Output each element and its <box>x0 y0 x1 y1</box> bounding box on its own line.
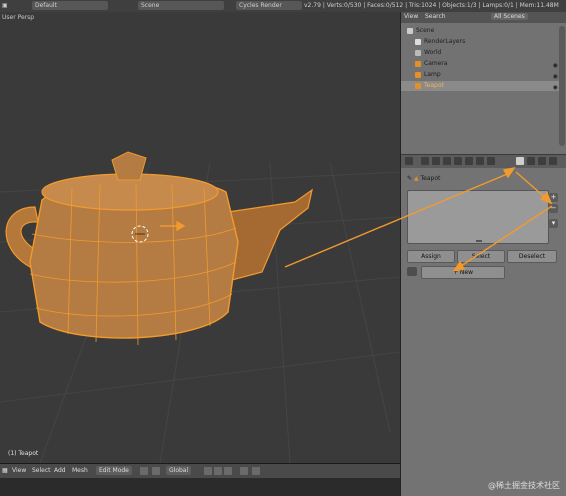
scene-field[interactable]: Scene <box>138 1 224 10</box>
orientation-select[interactable]: Global <box>166 466 192 475</box>
info-icon[interactable]: ▣ <box>2 1 8 10</box>
proportional-edit-icon[interactable] <box>240 467 248 475</box>
properties-tabs <box>401 155 566 168</box>
outliner-item-label: Camera <box>424 60 448 67</box>
constraints-tab-icon[interactable] <box>465 157 473 165</box>
material-new-row: + New <box>407 266 557 279</box>
material-assign-row: Assign Select Deselect <box>407 250 557 263</box>
mesh-object-icon: ▲ <box>413 175 419 182</box>
edge-select-icon[interactable] <box>214 467 222 475</box>
mesh-object-icon <box>415 82 421 89</box>
pin-icon[interactable]: ✎ <box>407 175 412 182</box>
renderlayers-icon <box>415 38 421 45</box>
face-select-icon[interactable] <box>224 467 232 475</box>
modifiers-tab-icon[interactable] <box>476 157 484 165</box>
texture-tab-icon[interactable] <box>527 157 535 165</box>
assign-button[interactable]: Assign <box>407 250 455 263</box>
scene-tab-icon[interactable] <box>432 157 440 165</box>
pivot-icon[interactable] <box>152 467 160 475</box>
outliner[interactable]: View Search All Scenes Scene RenderLayer… <box>401 12 566 154</box>
new-material-label: New <box>459 269 474 276</box>
select-menu[interactable]: Select <box>32 466 51 475</box>
viewport-view-label: User Persp <box>2 14 35 21</box>
scene-icon <box>407 27 413 34</box>
add-material-slot-button[interactable]: + <box>549 193 558 202</box>
watermark: @稀土掘金技术社区 <box>488 481 560 490</box>
remove-material-slot-button[interactable]: − <box>549 204 558 213</box>
outliner-item-label: Scene <box>416 27 435 34</box>
breadcrumb: ✎ ▲ Teapot <box>407 175 440 182</box>
world-icon <box>415 49 421 56</box>
data-tab-icon[interactable] <box>487 157 495 165</box>
outliner-item-label: Lamp <box>424 71 441 78</box>
world-tab-icon[interactable] <box>443 157 451 165</box>
outliner-row-scene[interactable]: Scene <box>401 26 557 36</box>
scene-stats: v2.79 | Verts:0/530 | Faces:0/512 | Tris… <box>304 2 559 9</box>
outliner-item-label: Teapot <box>424 82 444 89</box>
lamp-icon <box>415 71 421 78</box>
snap-icon[interactable] <box>252 467 260 475</box>
editor-type-icon[interactable]: ▦ <box>2 466 8 475</box>
mode-select[interactable]: Edit Mode <box>96 466 132 475</box>
right-panel: View Search All Scenes Scene RenderLayer… <box>400 12 566 496</box>
viewport-canvas[interactable] <box>0 12 400 463</box>
list-resize-handle[interactable] <box>476 240 482 242</box>
physics-tab-icon[interactable] <box>549 157 557 165</box>
outliner-display-mode-select[interactable]: All Scenes <box>491 13 528 20</box>
deselect-button[interactable]: Deselect <box>507 250 557 263</box>
teapot-mesh[interactable] <box>5 151 313 346</box>
outliner-row-camera[interactable]: Camera ◉ ◎ <box>401 59 565 69</box>
render-layers-tab-icon[interactable] <box>421 157 429 165</box>
add-menu[interactable]: Add <box>54 466 66 475</box>
render-tab-icon[interactable] <box>405 157 413 165</box>
active-object-label: (1) Teapot <box>8 450 39 457</box>
properties-editor[interactable]: ✎ ▲ Teapot + − ▾ Assign Select Deselect … <box>401 154 566 496</box>
outliner-header: View Search All Scenes <box>401 12 566 23</box>
material-slot-list[interactable] <box>407 190 549 244</box>
material-tab-icon[interactable] <box>516 157 524 165</box>
view-menu[interactable]: View <box>12 466 26 475</box>
outliner-row-renderlayers[interactable]: RenderLayers <box>401 37 565 47</box>
outliner-row-teapot[interactable]: Teapot ◉ ◎ <box>401 81 565 91</box>
shading-icon[interactable] <box>140 467 148 475</box>
outliner-item-label: RenderLayers <box>424 38 466 45</box>
outliner-item-label: World <box>424 49 442 56</box>
material-browse-icon[interactable] <box>407 267 417 276</box>
3d-viewport[interactable]: User Persp (1) Teapot <box>0 12 400 463</box>
mesh-menu[interactable]: Mesh <box>72 466 88 475</box>
outliner-search-menu[interactable]: Search <box>425 13 446 20</box>
object-tab-icon[interactable] <box>454 157 462 165</box>
breadcrumb-object: Teapot <box>420 175 441 182</box>
outliner-row-world[interactable]: World <box>401 48 565 58</box>
vertex-select-icon[interactable] <box>204 467 212 475</box>
outliner-view-menu[interactable]: View <box>404 13 418 20</box>
camera-icon <box>415 60 421 67</box>
select-button[interactable]: Select <box>457 250 505 263</box>
particles-tab-icon[interactable] <box>538 157 546 165</box>
material-specials-icon[interactable]: ▾ <box>549 219 558 228</box>
render-engine-select[interactable]: Cycles Render <box>236 1 302 10</box>
viewport-header: ▦ View Select Add Mesh Edit Mode Global <box>0 463 400 478</box>
outliner-row-lamp[interactable]: Lamp ◉ ◎ <box>401 70 565 80</box>
outliner-scrollbar[interactable] <box>559 26 565 146</box>
new-material-button[interactable]: + New <box>421 266 505 279</box>
screen-layout-field[interactable]: Default <box>32 1 108 10</box>
plus-icon: + <box>452 269 460 276</box>
